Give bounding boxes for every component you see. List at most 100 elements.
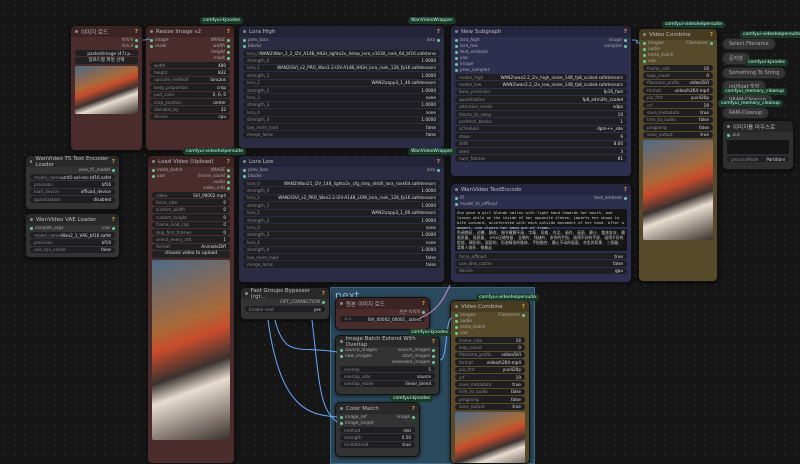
node-lora-low[interactable]: Lora Low? prev_lora lora blocks lora_0 WAN2\W… (238, 155, 445, 283)
positive-prompt-textarea[interactable]: She gave a girl blonde smiles with light… (455, 209, 627, 230)
upload-button[interactable]: 업로드할 파일 선택 (75, 57, 138, 64)
widget-loop-count[interactable]: loop_count 0 (455, 344, 525, 351)
collapse-dot-icon[interactable] (340, 407, 343, 410)
widget-use-disk-cache[interactable]: use_disk_cache false (455, 260, 627, 267)
collapse-dot-icon[interactable] (150, 30, 153, 33)
node-header[interactable]: Color Match? (336, 403, 419, 414)
widget-save-metadata[interactable]: save_metadata true (455, 381, 525, 388)
widget-custom-width[interactable]: custom_width 0 (152, 206, 230, 214)
node-header[interactable]: Lora Low? (239, 156, 444, 167)
output-slot[interactable]: OPT_CONNECTION (280, 300, 325, 305)
node-header[interactable]: Video Combine? (451, 301, 529, 312)
input-slot[interactable]: vae (455, 56, 468, 61)
widget-format[interactable]: format video/h264-mp4 (643, 87, 713, 94)
node-batch-extend[interactable]: Image Batch Extend With Overlap? source_i… (335, 335, 440, 395)
input-slot[interactable]: image_ref (340, 415, 366, 420)
help-icon[interactable]: ? (522, 304, 525, 310)
widget-trim-to-audio[interactable]: trim_to_audio false (643, 116, 713, 124)
input-slot[interactable]: images (643, 41, 664, 46)
collapse-dot-icon[interactable] (340, 340, 343, 343)
widget-crop-position[interactable]: crop_position center (150, 98, 230, 106)
widget-method[interactable]: method mkl (340, 427, 415, 434)
collapse-dot-icon[interactable] (30, 160, 33, 163)
widget-scheduler[interactable]: scheduler dpm++_sde (455, 125, 627, 133)
input-slot[interactable]: lora_low (455, 44, 478, 49)
widget-steps[interactable]: steps 6 (455, 133, 627, 140)
widget-video[interactable]: video SVI_00002.mp4 (152, 192, 230, 199)
widget-pingpong[interactable]: pingpong false (455, 396, 525, 403)
collapse-dot-icon[interactable] (455, 188, 458, 191)
input-slot[interactable]: audio (455, 319, 472, 324)
node-vc-top[interactable]: Video Combine? images Filenames audio meta_b… (638, 28, 718, 282)
input-slot[interactable]: t5 (455, 196, 464, 201)
widget-seed[interactable]: seed 3 (455, 147, 627, 155)
widget-model-name[interactable]: model_nameWan2_1_VAE_bf16.safetensors (30, 232, 115, 239)
input-slot[interactable]: source_images (340, 348, 377, 353)
output-slot[interactable]: lora (427, 168, 440, 173)
help-icon[interactable]: ? (437, 29, 440, 35)
node-header[interactable]: Fast Groups Bypasser (rgt...? (241, 288, 329, 300)
widget-strength-1[interactable]: strength_1 1.0000 (243, 202, 440, 209)
collapse-dot-icon[interactable] (455, 305, 458, 308)
widget-Enable next[interactable]: Enable next yes (245, 306, 325, 313)
widget-model-low[interactable]: model_low WAN2\wan2.2_i2v_low_noise_14B_f… (455, 81, 627, 88)
widget-save-metadata[interactable]: save_metadata true (643, 109, 713, 116)
widget-overlap[interactable]: overlap 5 (340, 366, 435, 373)
widget-width[interactable]: width 480 (150, 62, 230, 69)
widget-model-name[interactable]: model_nameumt5-xxl-enc-bf16.safetensors (30, 174, 115, 181)
input-slot[interactable]: image (455, 62, 473, 67)
node-resize[interactable]: Resize Image v2? image IMAGE mask width heigh… (145, 25, 235, 151)
collapse-dot-icon[interactable] (643, 33, 646, 36)
upload-button[interactable]: choose video to upload (152, 251, 230, 258)
widget-trim-to-audio[interactable]: trim_to_audio false (455, 388, 525, 396)
input-slot[interactable]: prev_lora (243, 168, 268, 173)
node-bypasser[interactable]: Fast Groups Bypasser (rgt...? OPT_CONNECT… (240, 287, 330, 320)
widget-lora-4[interactable]: lora_4 none (243, 239, 440, 246)
widget-strength[interactable]: strength 0.50 (340, 434, 415, 441)
widget-strength-3[interactable]: strength_3 1.0000 (243, 101, 440, 109)
node-header[interactable]: New Subgraph? (451, 26, 631, 37)
input-slot[interactable]: new_images (340, 354, 372, 359)
widget-crf[interactable]: crf 19 (643, 101, 713, 109)
output-slot[interactable]: lora (427, 38, 440, 43)
collapse-dot-icon[interactable] (243, 30, 246, 33)
input-slot[interactable]: lora_high (455, 38, 480, 43)
widget-height[interactable]: height 832 (150, 69, 230, 76)
widget-multithread[interactable]: multithread true (340, 441, 415, 449)
input-slot[interactable]: compile_args (30, 226, 63, 231)
widget-keep-proportion[interactable]: keep_proportion crop (150, 84, 230, 91)
node-header[interactable]: WanVideo VAE Loader? (26, 214, 119, 225)
output-slot[interactable]: height (211, 50, 230, 55)
widget-strength-2[interactable]: strength_2 1.0000 (243, 86, 440, 94)
widget-use-cpu-cache[interactable]: use_cpu_cache false (30, 246, 115, 254)
collapse-dot-icon[interactable] (75, 30, 78, 33)
widget-pix-fmt[interactable]: pix_fmt yuv420p (643, 94, 713, 101)
widget-strength-0[interactable]: strength_0 1.0000 (243, 57, 440, 64)
panel-textarea[interactable] (727, 140, 789, 154)
widget-frame-rate[interactable]: frame_rate 16 (643, 65, 713, 72)
widget-model-high[interactable]: model_high WAN2\wan2.2_i2v_high_noise_14B… (455, 74, 627, 81)
input-slot[interactable]: vae (455, 331, 468, 336)
node-header[interactable]: Resize Image v2? (146, 26, 234, 37)
help-icon[interactable]: ? (422, 301, 425, 307)
node-header[interactable]: WanVideo TextEncode? (451, 184, 631, 195)
input-slot[interactable]: audio (643, 47, 660, 52)
ram-cleanup-node[interactable]: RAM-Cleanup (722, 107, 770, 119)
widget-pix-fmt[interactable]: pix_fmt yuv420p (455, 366, 525, 373)
help-icon[interactable]: ? (135, 29, 138, 35)
widget-precision[interactable]: precision bf16 (30, 239, 115, 246)
widget-base-precision[interactable]: base_precision fp16_fast (455, 88, 627, 96)
widget-device[interactable]: device cpu (150, 113, 230, 121)
input-slot[interactable]: model_to_offload (455, 202, 497, 207)
output-slot[interactable]: mask (213, 56, 230, 61)
input-slot[interactable]: prev_samples (455, 68, 490, 73)
select-filename-node[interactable]: Select Filename (722, 38, 776, 50)
widget-lora-4[interactable]: lora_4 none (243, 109, 440, 116)
widget-filename-prefix[interactable]: filename_prefix video/SVI (455, 351, 525, 359)
output-slot[interactable]: IMAGE (211, 168, 230, 173)
widget-low-mem-load[interactable]: low_mem_load false (243, 123, 440, 131)
output-slot[interactable]: start_images (402, 354, 435, 359)
collapse-dot-icon[interactable] (243, 160, 246, 163)
widget-pad-color[interactable]: pad_color 0, 0, 0 (150, 91, 230, 98)
widget-lora-2[interactable]: lora_2 WAN2\zopp3_1_40.safetensors (243, 79, 440, 86)
